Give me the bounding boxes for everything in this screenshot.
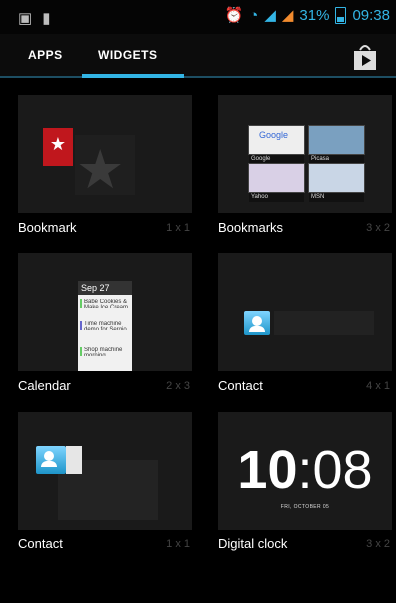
- status-bar: ▣ ▮ ⏰ ◔ ◢ ◢ 31% 09:38: [0, 0, 396, 34]
- play-store-icon[interactable]: [350, 42, 380, 72]
- tab-widgets[interactable]: WIDGETS: [98, 48, 158, 62]
- sd-card-icon: ▮: [42, 10, 51, 27]
- image-notification-icon: ▣: [18, 10, 33, 27]
- contact-placeholder-bar: [274, 311, 374, 335]
- widget-size-contact-wide: 4 x 1: [366, 380, 390, 392]
- alarm-icon: ⏰: [224, 7, 244, 24]
- widget-size-bookmark: 1 x 1: [166, 222, 190, 234]
- widget-preview-contact-wide[interactable]: [218, 253, 392, 371]
- widget-name-calendar: Calendar: [18, 378, 71, 393]
- widget-preview-bookmark[interactable]: ★ ★: [18, 95, 192, 213]
- clock-time: 09:38: [352, 6, 390, 24]
- widget-preview-bookmarks[interactable]: Google Google Picasa Yahoo MSN: [218, 95, 392, 213]
- signal-2-icon: ◢: [281, 7, 294, 24]
- calendar-event: Babe Cookies & Make Ice Cream: [80, 299, 130, 308]
- bookmark-thumb-google: Google Google: [248, 125, 305, 164]
- calendar-date: Sep 27: [78, 281, 132, 295]
- bookmark-icon: ★: [43, 128, 73, 166]
- wifi-icon: ◔: [249, 6, 259, 24]
- battery-percent: 31%: [299, 6, 330, 24]
- contact-icon: [244, 311, 270, 335]
- battery-icon: [335, 6, 347, 24]
- widget-size-bookmarks: 3 x 2: [366, 222, 390, 234]
- widget-name-bookmark: Bookmark: [18, 220, 77, 235]
- clock-preview-time: 10:08: [237, 440, 373, 500]
- widget-size-contact: 1 x 1: [166, 538, 190, 550]
- tab-selected-indicator: [82, 74, 184, 78]
- widget-preview-calendar[interactable]: Sep 27 Babe Cookies & Make Ice Cream Tim…: [18, 253, 192, 371]
- widget-name-contact-wide: Contact: [218, 378, 263, 393]
- contact-card-icon: [66, 446, 82, 474]
- widget-name-contact: Contact: [18, 536, 63, 551]
- widget-preview-contact[interactable]: [18, 412, 192, 530]
- widget-name-digital-clock: Digital clock: [218, 536, 288, 551]
- calendar-event: Shop machine morning: [80, 347, 130, 356]
- bookmark-thumb-msn: MSN: [308, 163, 365, 202]
- signal-1-icon: ◢: [264, 7, 276, 24]
- tab-apps[interactable]: APPS: [28, 48, 63, 62]
- clock-preview-date: FRI, OCTOBER 05: [280, 504, 330, 510]
- contact-icon: [36, 446, 66, 474]
- widget-preview-digital-clock[interactable]: 10:08 FRI, OCTOBER 05: [218, 412, 392, 530]
- widget-size-calendar: 2 x 3: [166, 380, 190, 392]
- bookmark-thumb-picasa: Picasa: [308, 125, 365, 164]
- widget-size-digital-clock: 3 x 2: [366, 538, 390, 550]
- star-icon: ★: [76, 140, 125, 200]
- calendar-event: Time machine demo for Sergio: [80, 321, 130, 330]
- bookmark-thumb-yahoo: Yahoo: [248, 163, 305, 202]
- widget-name-bookmarks: Bookmarks: [218, 220, 284, 235]
- calendar-preview: Sep 27 Babe Cookies & Make Ice Cream Tim…: [78, 281, 132, 371]
- tab-bar: APPS WIDGETS: [0, 34, 396, 78]
